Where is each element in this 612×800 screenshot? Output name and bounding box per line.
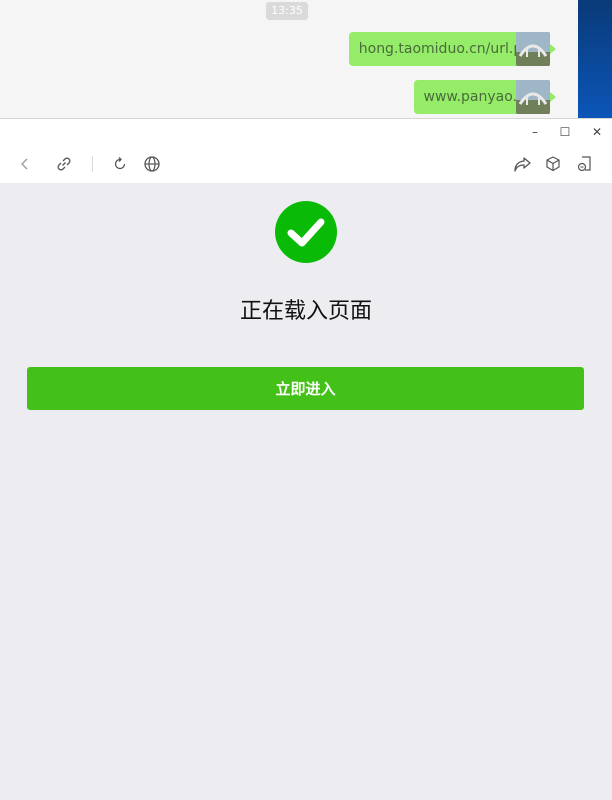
refresh-icon[interactable]	[109, 153, 131, 175]
success-check-icon	[275, 201, 337, 263]
enter-now-button[interactable]: 立即进入	[27, 367, 584, 410]
avatar-image	[516, 80, 550, 114]
page-content: 正在载入页面 立即进入	[0, 183, 612, 800]
minimize-button[interactable]: –	[526, 123, 544, 141]
globe-icon[interactable]	[141, 153, 163, 175]
browser-window: – ☐ ✕ 正在载入页面 立即进入	[0, 118, 612, 800]
avatar-image	[516, 32, 550, 66]
page-title: 正在载入页面	[239, 299, 372, 324]
maximize-button[interactable]: ☐	[556, 123, 574, 141]
title-bar: – ☐ ✕	[0, 119, 612, 145]
toolbar	[0, 145, 612, 183]
toolbar-divider	[92, 156, 93, 172]
chat-timestamp: 13:35	[266, 2, 308, 20]
desktop-wallpaper-strip	[578, 0, 612, 118]
close-button[interactable]: ✕	[588, 123, 606, 141]
back-icon[interactable]	[14, 153, 36, 175]
link-icon[interactable]	[53, 153, 75, 175]
share-icon[interactable]	[511, 153, 533, 175]
cube-icon[interactable]	[542, 153, 564, 175]
minimize-to-chat-icon[interactable]	[574, 153, 596, 175]
avatar[interactable]	[516, 32, 550, 66]
chat-background: 13:35 hong.taomiduo.cn/url.php www.panya…	[0, 0, 612, 118]
avatar[interactable]	[516, 80, 550, 114]
